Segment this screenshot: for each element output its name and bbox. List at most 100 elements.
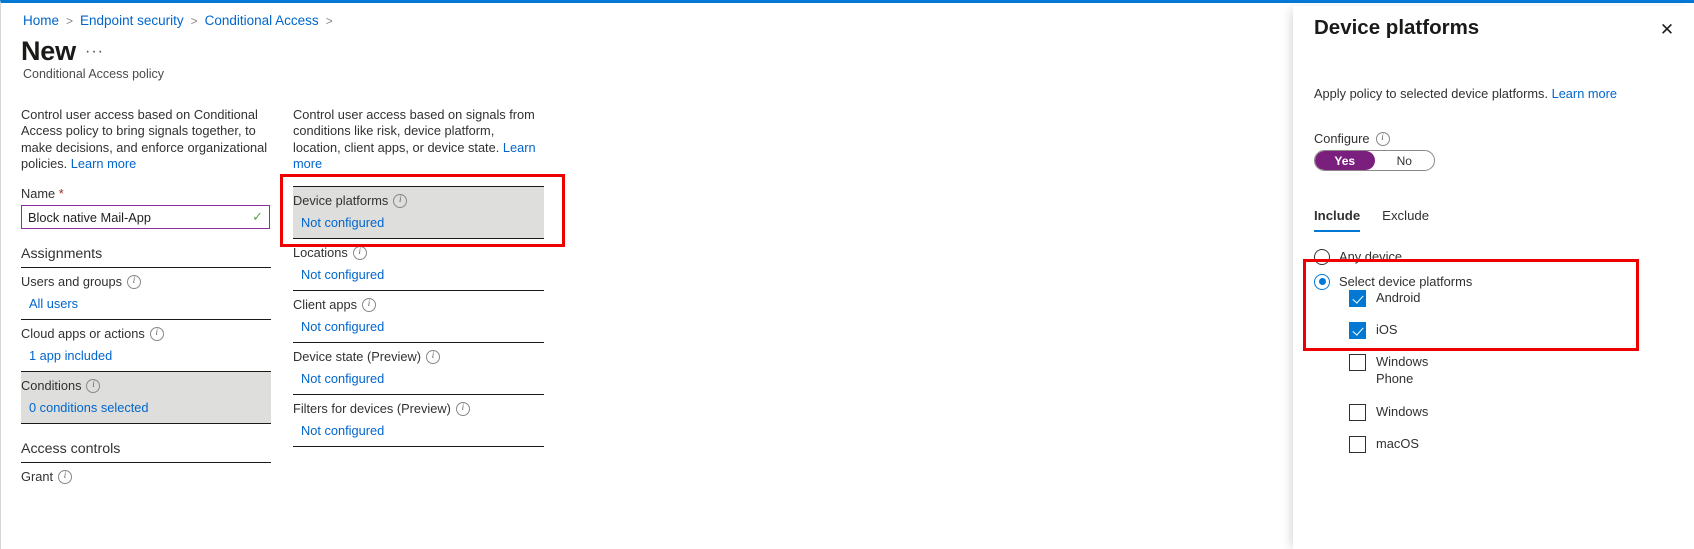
toggle-option-no[interactable]: No — [1375, 151, 1435, 170]
breadcrumb-item-home[interactable]: Home — [23, 13, 59, 28]
left-column: Control user access based on Conditional… — [21, 107, 271, 492]
info-icon[interactable] — [362, 297, 377, 312]
checkbox-android-label: Android — [1376, 290, 1421, 305]
row-locations-value[interactable]: Not configured — [293, 267, 544, 282]
row-locations-label: Locations — [293, 245, 544, 260]
access-controls-heading: Access controls — [21, 441, 121, 458]
info-icon[interactable] — [127, 274, 142, 289]
assignments-heading: Assignments — [21, 246, 103, 263]
row-conditions-value[interactable]: 0 conditions selected — [21, 400, 271, 415]
checkbox-android-icon[interactable] — [1349, 290, 1366, 307]
row-locations[interactable]: Locations Not configured — [293, 239, 544, 290]
row-device-state[interactable]: Device state (Preview) Not configured — [293, 343, 544, 394]
row-device-state-label: Device state (Preview) — [293, 349, 544, 364]
info-icon[interactable] — [149, 326, 164, 341]
breadcrumb-separator-icon: > — [190, 13, 198, 28]
info-icon[interactable] — [1375, 131, 1390, 146]
radio-row-any-device[interactable]: Any device — [1314, 244, 1664, 269]
close-icon[interactable]: ✕ — [1654, 17, 1680, 43]
breadcrumb: Home > Endpoint security > Conditional A… — [23, 13, 333, 28]
toggle-option-yes[interactable]: Yes — [1315, 151, 1375, 170]
radio-select-device-platforms-icon[interactable] — [1314, 273, 1330, 290]
checkbox-row-ios[interactable]: iOS — [1349, 321, 1649, 339]
label-text: Filters for devices (Preview) — [293, 401, 451, 417]
azure-portal-page: Home > Endpoint security > Conditional A… — [0, 0, 1694, 549]
breadcrumb-item-endpoint-security[interactable]: Endpoint security — [80, 13, 184, 28]
tab-include[interactable]: Include — [1314, 208, 1361, 232]
info-icon[interactable] — [352, 245, 367, 260]
radio-any-device-label: Any device — [1339, 249, 1403, 264]
left-intro-learn-more-link[interactable]: Learn more — [71, 156, 136, 171]
configure-label: Configure — [1314, 131, 1390, 146]
device-platform-checkbox-group: Android iOS Windows Phone Windows macOS — [1349, 289, 1649, 467]
row-filters-for-devices-value[interactable]: Not configured — [293, 423, 544, 438]
checkbox-windows-label: Windows — [1376, 404, 1429, 419]
row-device-platforms[interactable]: Device platforms Not configured — [293, 187, 544, 239]
row-cloud-apps-value[interactable]: 1 app included — [21, 348, 271, 363]
row-device-platforms-value[interactable]: Not configured — [293, 215, 544, 230]
row-users-and-groups-value[interactable]: All users — [21, 296, 271, 311]
tab-exclude[interactable]: Exclude — [1382, 208, 1429, 232]
checkbox-windows-icon[interactable] — [1349, 404, 1366, 421]
breadcrumb-separator-icon: > — [325, 13, 333, 28]
label-text: Conditions — [21, 378, 82, 394]
flyout-description: Apply policy to selected device platform… — [1314, 86, 1654, 102]
checkbox-row-windows-phone[interactable]: Windows Phone — [1349, 353, 1649, 387]
row-filters-for-devices[interactable]: Filters for devices (Preview) Not config… — [293, 395, 544, 446]
left-intro-body: Control user access based on Conditional… — [21, 107, 268, 171]
device-scope-radio-group: Any device Select device platforms — [1314, 244, 1664, 294]
divider — [293, 446, 544, 448]
label-text: Grant — [21, 469, 54, 485]
configure-label-text: Configure — [1314, 131, 1370, 146]
label-text: Cloud apps or actions — [21, 326, 145, 342]
required-asterisk: * — [58, 186, 64, 202]
flyout-title: Device platforms — [1314, 16, 1480, 39]
breadcrumb-item-conditional-access[interactable]: Conditional Access — [205, 13, 319, 28]
valid-check-icon: ✓ — [252, 209, 263, 225]
row-users-and-groups[interactable]: Users and groups All users — [21, 268, 271, 319]
checkbox-row-windows[interactable]: Windows — [1349, 403, 1649, 421]
info-icon[interactable] — [393, 193, 408, 208]
row-device-state-value[interactable]: Not configured — [293, 371, 544, 386]
checkbox-ios-label: iOS — [1376, 322, 1398, 337]
label-text: Users and groups — [21, 274, 123, 290]
checkbox-row-macos[interactable]: macOS — [1349, 435, 1649, 453]
name-input[interactable]: Block native Mail-App ✓ — [21, 205, 270, 230]
checkbox-ios-icon[interactable] — [1349, 322, 1366, 339]
mid-intro-text: Control user access based on signals fro… — [293, 107, 544, 172]
breadcrumb-separator-icon: > — [66, 13, 74, 28]
left-intro-text: Control user access based on Conditional… — [21, 107, 271, 172]
checkbox-macos-label: macOS — [1376, 436, 1419, 451]
info-icon[interactable] — [58, 469, 73, 484]
row-users-and-groups-label: Users and groups — [21, 274, 271, 289]
checkbox-windows-phone-icon[interactable] — [1349, 354, 1366, 371]
row-client-apps[interactable]: Client apps Not configured — [293, 291, 544, 342]
info-icon[interactable] — [455, 401, 470, 416]
row-cloud-apps-label: Cloud apps or actions — [21, 326, 271, 341]
middle-column: Control user access based on signals fro… — [293, 107, 544, 448]
row-client-apps-label: Client apps — [293, 297, 544, 312]
info-icon[interactable] — [426, 349, 441, 364]
row-grant[interactable]: Grant — [21, 463, 271, 492]
page-subtitle: Conditional Access policy — [23, 67, 165, 81]
include-exclude-tabs: Include Exclude — [1314, 208, 1429, 232]
row-client-apps-value[interactable]: Not configured — [293, 319, 544, 334]
checkbox-row-android[interactable]: Android — [1349, 289, 1649, 307]
name-label-text: Name — [21, 186, 59, 202]
flyout-learn-more-link[interactable]: Learn more — [1552, 86, 1617, 101]
row-conditions[interactable]: Conditions 0 conditions selected — [21, 372, 271, 424]
more-options-icon[interactable]: ··· — [85, 43, 104, 61]
row-filters-for-devices-label: Filters for devices (Preview) — [293, 401, 544, 416]
checkbox-macos-icon[interactable] — [1349, 436, 1366, 453]
row-cloud-apps-or-actions[interactable]: Cloud apps or actions 1 app included — [21, 320, 271, 371]
configure-toggle[interactable]: Yes No — [1314, 150, 1435, 171]
page-title: New — [21, 36, 76, 66]
label-text: Device platforms — [293, 193, 389, 209]
info-icon[interactable] — [86, 378, 101, 393]
label-text: Device state (Preview) — [293, 349, 422, 365]
radio-any-device-icon[interactable] — [1314, 248, 1330, 265]
row-device-platforms-label: Device platforms — [293, 193, 544, 208]
checkbox-windows-phone-label: Windows Phone — [1376, 354, 1429, 386]
device-platforms-flyout: Device platforms ✕ Apply policy to selec… — [1293, 6, 1694, 549]
row-conditions-label: Conditions — [21, 378, 271, 393]
